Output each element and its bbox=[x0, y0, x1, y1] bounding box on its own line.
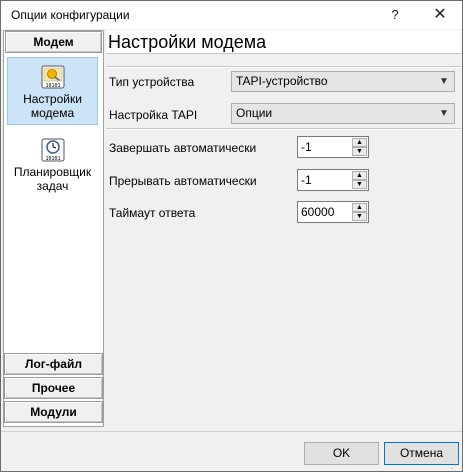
modem-settings-panel: Настройки модема Тип устройства TAPI-уст… bbox=[106, 30, 462, 427]
svg-text:10101: 10101 bbox=[45, 83, 60, 89]
timeout-value: 60000 bbox=[301, 205, 335, 219]
nav-item-task-scheduler[interactable]: 10101 Планировщик задач bbox=[7, 131, 98, 197]
divider bbox=[106, 128, 461, 130]
modem-settings-icon: 10101 bbox=[40, 64, 66, 90]
page-title: Настройки модема bbox=[106, 30, 461, 54]
close-button[interactable]: ✕ bbox=[418, 1, 462, 29]
increment-button[interactable]: ▲ bbox=[352, 171, 367, 180]
auto-finish-stepper[interactable]: -1 ▲ ▼ bbox=[297, 136, 369, 158]
nav-header-log-file[interactable]: Лог-файл bbox=[4, 353, 103, 375]
decrement-button[interactable]: ▼ bbox=[352, 180, 367, 189]
auto-interrupt-stepper[interactable]: -1 ▲ ▼ bbox=[297, 169, 369, 191]
decrement-button[interactable]: ▼ bbox=[352, 212, 367, 221]
device-type-select[interactable]: TAPI-устройство ▼ bbox=[231, 71, 455, 92]
nav-header-modem[interactable]: Модем bbox=[5, 31, 102, 53]
divider bbox=[106, 66, 461, 68]
nav-item-label: Планировщик задач bbox=[13, 165, 92, 193]
svg-text:10101: 10101 bbox=[45, 156, 60, 162]
increment-button[interactable]: ▲ bbox=[352, 138, 367, 147]
device-type-value: TAPI-устройство bbox=[236, 74, 328, 88]
cancel-button[interactable]: Отмена bbox=[384, 442, 459, 465]
help-button[interactable]: ? bbox=[373, 1, 417, 29]
scheduler-clock-icon: 10101 bbox=[40, 137, 66, 163]
ok-button[interactable]: OK bbox=[304, 442, 379, 465]
dialog-footer: OK Отмена ⋰ bbox=[1, 431, 462, 471]
timeout-stepper[interactable]: 60000 ▲ ▼ bbox=[297, 201, 369, 223]
chevron-down-icon: ▼ bbox=[439, 76, 449, 87]
nav-header-modules[interactable]: Модули bbox=[4, 401, 103, 423]
auto-interrupt-label: Прерывать автоматически bbox=[109, 174, 257, 188]
auto-interrupt-value: -1 bbox=[301, 173, 312, 187]
tapi-setup-label: Настройка TAPI bbox=[109, 108, 198, 122]
decrement-button[interactable]: ▼ bbox=[352, 147, 367, 156]
config-options-dialog: Опции конфигурации ? ✕ Модем 10101 Настр… bbox=[0, 0, 463, 472]
auto-finish-label: Завершать автоматически bbox=[109, 141, 257, 155]
window-title: Опции конфигурации bbox=[11, 8, 130, 22]
chevron-down-icon: ▼ bbox=[439, 108, 449, 119]
tapi-setup-value: Опции bbox=[236, 106, 273, 120]
increment-button[interactable]: ▲ bbox=[352, 203, 367, 212]
tapi-setup-select[interactable]: Опции ▼ bbox=[231, 103, 455, 124]
auto-finish-value: -1 bbox=[301, 140, 312, 154]
nav-header-other[interactable]: Прочее bbox=[4, 377, 103, 399]
device-type-label: Тип устройства bbox=[109, 75, 195, 89]
resize-grip-icon[interactable]: ⋰ bbox=[451, 460, 461, 470]
nav-item-label: Настройки модема bbox=[23, 92, 82, 120]
nav-item-modem-settings[interactable]: 10101 Настройки модема bbox=[7, 57, 98, 125]
title-bar: Опции конфигурации ? ✕ bbox=[1, 1, 462, 29]
timeout-label: Таймаут ответа bbox=[109, 206, 196, 220]
